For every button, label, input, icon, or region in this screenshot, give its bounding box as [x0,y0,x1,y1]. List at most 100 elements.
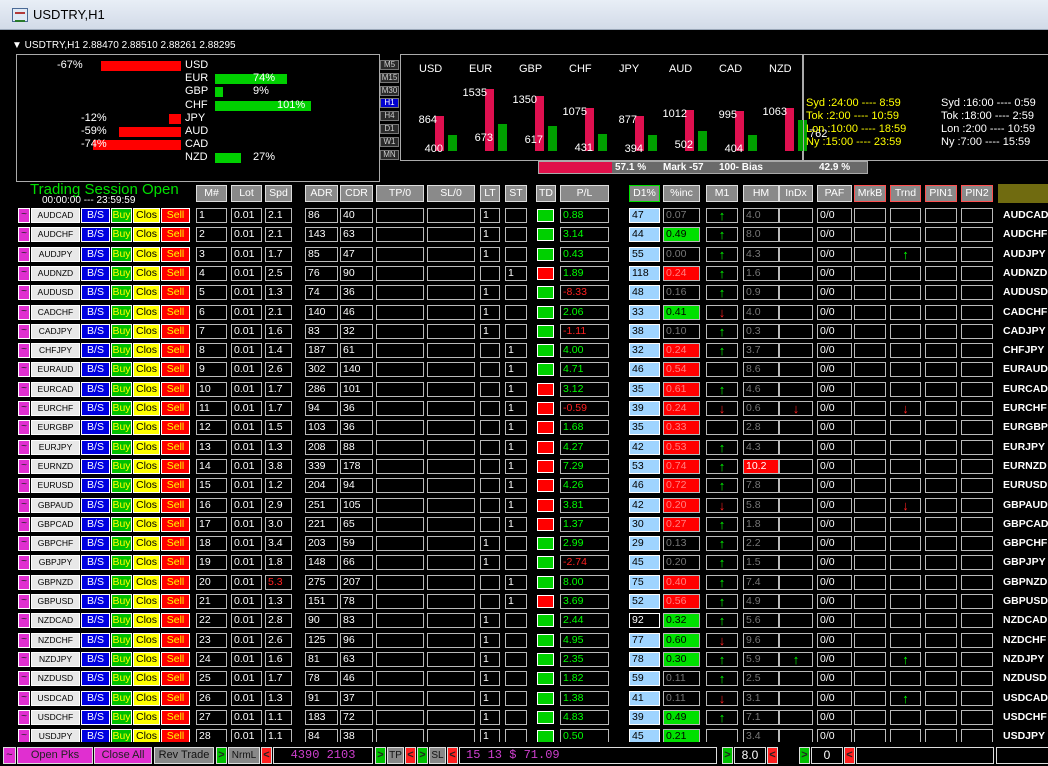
sl-next-button[interactable]: > [417,747,428,764]
row-bs-button[interactable]: B/S [81,497,110,513]
row-bs-button[interactable]: B/S [81,613,110,629]
row-tp[interactable] [376,304,424,320]
timeframe-button-d1[interactable]: D1 [380,124,399,134]
row-wave-button[interactable]: ~ [18,323,30,339]
row-bs-button[interactable]: B/S [81,420,110,436]
row-sell-button[interactable]: Sell [161,671,190,687]
row-tp[interactable] [376,594,424,609]
row-sl[interactable] [427,574,475,590]
row-pair-button[interactable]: GBPCHF [31,536,80,552]
row-pair-button[interactable]: AUDNZD [31,265,80,281]
timeframe-button-w1[interactable]: W1 [380,136,399,147]
open-packs-button[interactable]: Open Pks [17,747,93,764]
wave-button[interactable]: ~ [3,747,16,764]
row-close-button[interactable]: Clos [133,323,160,339]
row-close-button[interactable]: Clos [133,671,160,687]
row-sell-button[interactable]: Sell [161,651,190,667]
row-pair-button[interactable]: EURCHF [31,401,80,416]
row-buy-button[interactable]: Buy [111,671,132,687]
row-wave-button[interactable]: ~ [18,709,30,725]
row-bs-button[interactable]: B/S [81,516,110,532]
row-pair-button[interactable]: CADJPY [31,323,80,339]
row-tp[interactable] [376,651,424,667]
row-close-button[interactable]: Clos [133,265,160,281]
row-close-button[interactable]: Clos [133,208,160,223]
row-bs-button[interactable]: B/S [81,362,110,378]
row-buy-button[interactable]: Buy [111,439,132,455]
row-sell-button[interactable]: Sell [161,709,190,725]
row-close-button[interactable]: Clos [133,516,160,532]
row-buy-button[interactable]: Buy [111,227,132,243]
row-buy-button[interactable]: Buy [111,690,132,706]
row-buy-button[interactable]: Buy [111,381,132,397]
row-tp[interactable] [376,516,424,532]
row-pair-button[interactable]: EURCAD [31,381,80,397]
row-buy-button[interactable]: Buy [111,208,132,223]
row-bs-button[interactable]: B/S [81,671,110,687]
row-tp[interactable] [376,208,424,223]
row-close-button[interactable]: Clos [133,497,160,513]
row-close-button[interactable]: Clos [133,651,160,667]
row-pair-button[interactable]: NZDCAD [31,613,80,629]
row-sl[interactable] [427,401,475,416]
row-bs-button[interactable]: B/S [81,458,110,474]
row-wave-button[interactable]: ~ [18,381,30,397]
row-wave-button[interactable]: ~ [18,651,30,667]
row-pair-button[interactable]: EURUSD [31,478,80,494]
row-sl[interactable] [427,343,475,359]
row-bs-button[interactable]: B/S [81,227,110,243]
row-wave-button[interactable]: ~ [18,594,30,609]
row-sell-button[interactable]: Sell [161,304,190,320]
row-tp[interactable] [376,265,424,281]
row-tp[interactable] [376,478,424,494]
timeframe-button-m15[interactable]: M15 [380,72,399,83]
row-pair-button[interactable]: GBPUSD [31,594,80,609]
row-pair-button[interactable]: CHFJPY [31,343,80,359]
row-close-button[interactable]: Clos [133,709,160,725]
row-tp[interactable] [376,555,424,571]
row-sell-button[interactable]: Sell [161,613,190,629]
row-buy-button[interactable]: Buy [111,362,132,378]
row-bs-button[interactable]: B/S [81,555,110,571]
row-tp[interactable] [376,439,424,455]
nrml-prev-button[interactable]: < [261,747,272,764]
row-bs-button[interactable]: B/S [81,285,110,301]
row-tp[interactable] [376,497,424,513]
row-close-button[interactable]: Clos [133,613,160,629]
row-pair-button[interactable]: EURNZD [31,458,80,474]
row-sell-button[interactable]: Sell [161,343,190,359]
row-buy-button[interactable]: Buy [111,343,132,359]
row-close-button[interactable]: Clos [133,285,160,301]
row-buy-button[interactable]: Buy [111,536,132,552]
row-buy-button[interactable]: Buy [111,265,132,281]
row-wave-button[interactable]: ~ [18,304,30,320]
row-buy-button[interactable]: Buy [111,594,132,609]
row-tp[interactable] [376,227,424,243]
row-sl[interactable] [427,613,475,629]
row-wave-button[interactable]: ~ [18,458,30,474]
row-pair-button[interactable]: EURGBP [31,420,80,436]
row-sl[interactable] [427,381,475,397]
timeframe-button-h1[interactable]: H1 [380,98,399,109]
row-pair-button[interactable]: USDCAD [31,690,80,706]
row-tp[interactable] [376,613,424,629]
row-tp[interactable] [376,690,424,706]
row-close-button[interactable]: Clos [133,555,160,571]
row-sl[interactable] [427,690,475,706]
row-sell-button[interactable]: Sell [161,285,190,301]
row-wave-button[interactable]: ~ [18,690,30,706]
close-all-button[interactable]: Close All [94,747,152,764]
row-sl[interactable] [427,323,475,339]
lot-prev-button[interactable]: < [767,747,778,764]
row-wave-button[interactable]: ~ [18,343,30,359]
row-sell-button[interactable]: Sell [161,420,190,436]
tp-prev-button[interactable]: < [405,747,416,764]
lot-next-button[interactable]: > [722,747,733,764]
row-wave-button[interactable]: ~ [18,208,30,223]
row-bs-button[interactable]: B/S [81,478,110,494]
row-close-button[interactable]: Clos [133,227,160,243]
row-wave-button[interactable]: ~ [18,671,30,687]
row-sell-button[interactable]: Sell [161,632,190,648]
row-close-button[interactable]: Clos [133,594,160,609]
row-sell-button[interactable]: Sell [161,401,190,416]
